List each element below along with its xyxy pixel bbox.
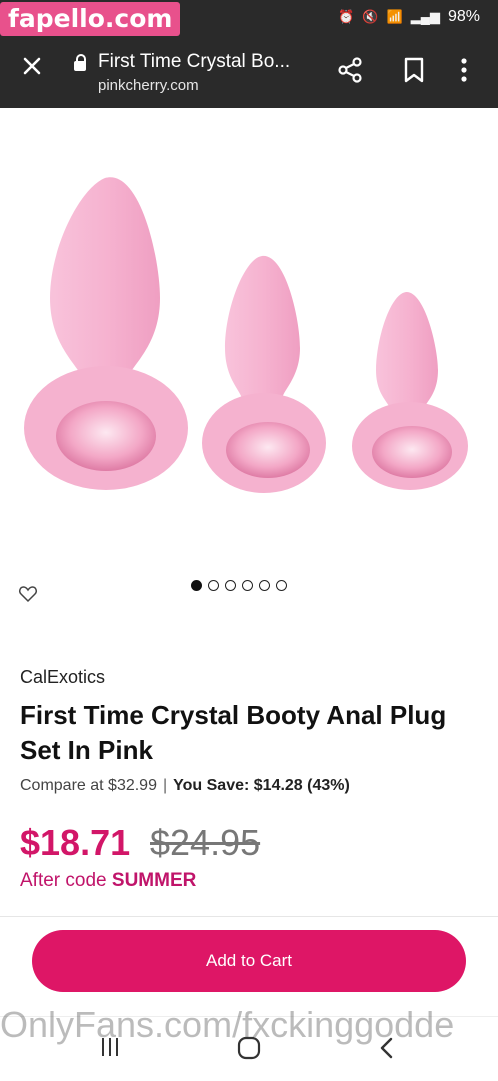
bookmark-button[interactable]: [402, 56, 426, 89]
carousel-dot[interactable]: [208, 580, 219, 591]
mute-icon: 🔇: [362, 9, 379, 24]
carousel-dot[interactable]: [191, 580, 202, 591]
promo-code-note: After code SUMMER: [20, 870, 196, 892]
carousel-dot[interactable]: [276, 580, 287, 591]
battery-percentage: 98%: [447, 8, 480, 25]
carousel-dot[interactable]: [242, 580, 253, 591]
more-options-button[interactable]: [458, 56, 470, 89]
compare-price-row: Compare at $32.99 | You Save: $14.28 (43%): [20, 777, 350, 795]
close-tab-button[interactable]: [20, 54, 44, 78]
promo-code: SUMMER: [111, 870, 197, 891]
status-bar: ⏰ 🔇 📶 ▂▄▆ 98%: [338, 8, 480, 26]
heart-icon: [19, 586, 37, 603]
you-save-label: You Save:: [173, 777, 250, 794]
fapello-watermark: fapello.com: [0, 2, 181, 36]
address-bar: First Time Crystal Bo... pinkcherry.com: [0, 40, 498, 106]
product-image[interactable]: [0, 108, 498, 578]
carousel-dot[interactable]: [225, 580, 236, 591]
carousel-indicators: [191, 580, 287, 591]
page-domain: pinkcherry.com: [98, 77, 199, 94]
product-photo: [24, 177, 468, 493]
sale-price: $18.71: [20, 822, 131, 863]
after-code-label: After code: [20, 870, 107, 891]
original-price: $24.95: [150, 822, 261, 863]
share-icon: [338, 57, 362, 83]
onlyfans-watermark: OnlyFans.com/fxckinggodde: [0, 1004, 455, 1045]
product-brand[interactable]: CalExotics: [20, 667, 105, 688]
carousel-dot[interactable]: [259, 580, 270, 591]
compare-at-price: Compare at $32.99: [20, 777, 157, 794]
signal-icon: ▂▄▆: [410, 9, 440, 24]
share-button[interactable]: [336, 56, 364, 89]
lock-icon: [74, 54, 86, 71]
wifi-icon: 📶: [386, 9, 403, 24]
kebab-menu-icon: [461, 58, 467, 82]
product-name: First Time Crystal Booty Anal Plug Set I…: [20, 700, 447, 765]
close-icon: [23, 57, 41, 75]
you-save-value: $14.28 (43%): [253, 777, 350, 794]
bookmark-icon: [404, 57, 424, 83]
page-title: First Time Crystal Bo...: [98, 51, 291, 72]
browser-header: fapello.com ⏰ 🔇 📶 ▂▄▆ 98% First Time Cry…: [0, 0, 498, 108]
separator: |: [162, 777, 168, 794]
add-to-cart-button[interactable]: Add to Cart: [32, 930, 466, 992]
alarm-icon: ⏰: [338, 9, 355, 24]
divider: [0, 916, 498, 917]
wishlist-button[interactable]: [18, 584, 38, 609]
